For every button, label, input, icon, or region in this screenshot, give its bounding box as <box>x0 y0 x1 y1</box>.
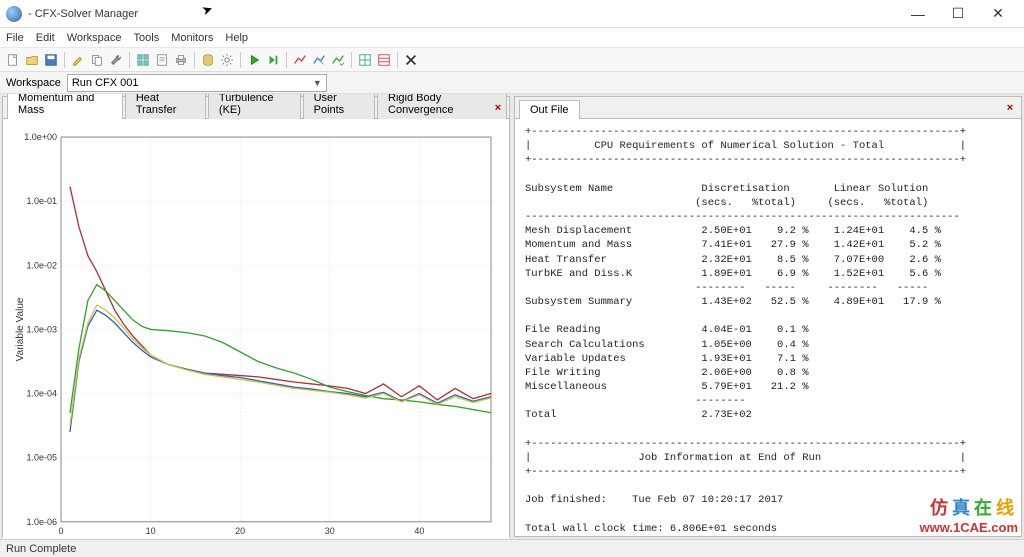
play-icon[interactable] <box>245 51 263 69</box>
titlebar: - CFX-Solver Manager ➤ — ☐ ✕ <box>0 0 1024 28</box>
chart-grid1-icon[interactable] <box>356 51 374 69</box>
page-icon[interactable] <box>153 51 171 69</box>
svg-text:1.0e-04: 1.0e-04 <box>27 389 57 399</box>
close-panel-right-icon[interactable]: × <box>1003 101 1017 115</box>
chart-grid2-icon[interactable] <box>375 51 393 69</box>
workspace-value: Run CFX 001 <box>72 77 139 89</box>
outfile-text[interactable]: +---------------------------------------… <box>515 119 1021 536</box>
svg-text:1.0e-06: 1.0e-06 <box>27 517 57 527</box>
minimize-button[interactable]: — <box>898 2 938 26</box>
svg-text:0: 0 <box>59 526 64 536</box>
close-run-icon[interactable] <box>402 51 420 69</box>
statusbar: Run Complete <box>0 539 1024 557</box>
menu-edit[interactable]: Edit <box>36 32 55 44</box>
app-icon <box>6 6 22 22</box>
menu-file[interactable]: File <box>6 32 24 44</box>
print-icon[interactable] <box>172 51 190 69</box>
status-text: Run Complete <box>6 543 76 555</box>
save-icon[interactable] <box>42 51 60 69</box>
tab-turbulence[interactable]: Turbulence (KE) <box>208 94 301 119</box>
monitor-panel: Momentum and Mass Heat Transfer Turbulen… <box>2 96 510 537</box>
tab-rigid-body[interactable]: Rigid Body Convergence <box>377 94 507 119</box>
svg-text:1.0e+00: 1.0e+00 <box>24 132 57 142</box>
convergence-chart: 1.0e+00 1.0e-01 1.0e-02 1.0e-03 1.0e-04 1.0e-… <box>11 129 501 539</box>
maximize-button[interactable]: ☐ <box>938 2 978 26</box>
tab-momentum-mass[interactable]: Momentum and Mass <box>7 94 123 119</box>
menu-help[interactable]: Help <box>225 32 248 44</box>
tab-heat-transfer[interactable]: Heat Transfer <box>125 94 206 119</box>
monitor-tabs: Momentum and Mass Heat Transfer Turbulen… <box>3 97 509 119</box>
workspace-row: Workspace Run CFX 001 ▼ <box>0 72 1024 94</box>
chevron-down-icon: ▼ <box>313 78 322 88</box>
outfile-panel: Out File × +----------------------------… <box>514 96 1022 537</box>
svg-text:1.0e-01: 1.0e-01 <box>27 196 57 206</box>
wrench-icon[interactable] <box>107 51 125 69</box>
chart-line-icon[interactable] <box>291 51 309 69</box>
window-title: - CFX-Solver Manager <box>28 8 138 20</box>
chart-check-icon[interactable] <box>329 51 347 69</box>
tab-user-points[interactable]: User Points <box>303 94 375 119</box>
svg-text:1.0e-03: 1.0e-03 <box>27 324 57 334</box>
toolbar <box>0 48 1024 72</box>
menubar: File Edit Workspace Tools Monitors Help <box>0 28 1024 48</box>
outfile-tabs: Out File × <box>515 97 1021 119</box>
svg-text:1.0e-02: 1.0e-02 <box>27 260 57 270</box>
edit-icon[interactable] <box>69 51 87 69</box>
menu-monitors[interactable]: Monitors <box>171 32 213 44</box>
db-icon[interactable] <box>199 51 217 69</box>
svg-text:30: 30 <box>325 526 335 536</box>
svg-text:40: 40 <box>414 526 424 536</box>
menu-workspace[interactable]: Workspace <box>67 32 122 44</box>
next-icon[interactable] <box>264 51 282 69</box>
close-button[interactable]: ✕ <box>978 2 1018 26</box>
open-icon[interactable] <box>23 51 41 69</box>
menu-tools[interactable]: Tools <box>134 32 160 44</box>
svg-text:1.0e-05: 1.0e-05 <box>27 453 57 463</box>
svg-text:20: 20 <box>235 526 245 536</box>
svg-text:10: 10 <box>146 526 156 536</box>
gear-icon[interactable] <box>218 51 236 69</box>
watermark-url: www.1CAE.com <box>920 520 1018 535</box>
new-icon[interactable] <box>4 51 22 69</box>
workspace-label: Workspace <box>6 77 61 89</box>
close-panel-left-icon[interactable]: × <box>491 101 505 115</box>
watermark: 仿真在线 www.1CAE.com <box>920 494 1018 535</box>
content-area: Momentum and Mass Heat Transfer Turbulen… <box>0 94 1024 539</box>
tab-outfile[interactable]: Out File <box>519 100 580 119</box>
workspace-combo[interactable]: Run CFX 001 ▼ <box>67 74 327 92</box>
copy-icon[interactable] <box>88 51 106 69</box>
plot-area: 1.0e+00 1.0e-01 1.0e-02 1.0e-03 1.0e-04 1.0e-… <box>3 119 509 539</box>
cursor-icon: ➤ <box>200 1 216 20</box>
grid-icon[interactable] <box>134 51 152 69</box>
svg-text:Variable Value: Variable Value <box>15 297 26 361</box>
chart-edit-icon[interactable] <box>310 51 328 69</box>
watermark-cn: 仿真在线 <box>930 494 1018 520</box>
